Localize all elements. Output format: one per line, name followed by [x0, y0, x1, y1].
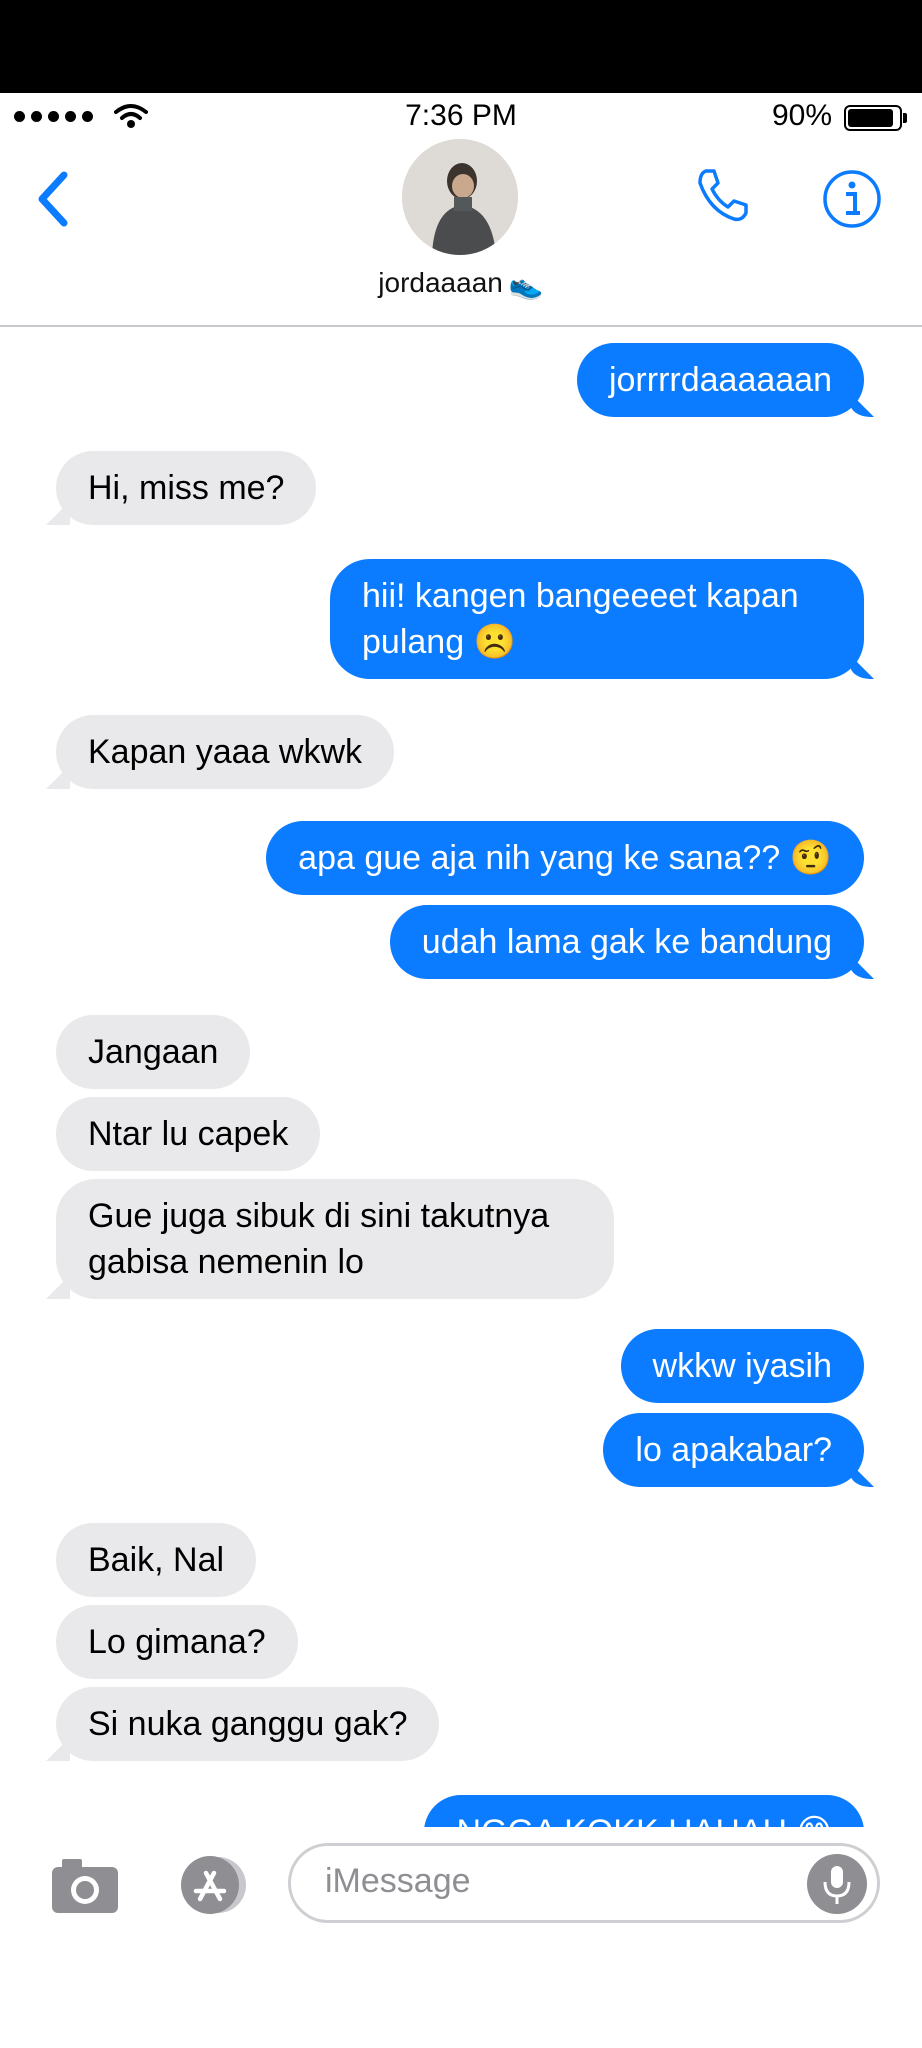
status-bar: 7:36 PM 90%	[0, 93, 922, 139]
message-outgoing[interactable]: hii! kangen bangeeeet kapan pulang ☹️	[330, 559, 864, 679]
imessage-input[interactable]: iMessage	[288, 1843, 880, 1923]
contact-name-text: jordaaaan	[378, 267, 503, 298]
message-outgoing-partial[interactable]: NGGA KOKK HAHAH 😊	[424, 1795, 864, 1827]
message-incoming[interactable]: Jangaan	[56, 1015, 251, 1089]
phone-icon[interactable]	[692, 165, 752, 225]
message-incoming[interactable]: Si nuka ganggu gak?	[56, 1687, 440, 1761]
top-black-band	[0, 0, 922, 93]
contact-avatar[interactable]	[402, 139, 518, 255]
contact-name[interactable]: jordaaaan 👟	[0, 267, 922, 301]
message-incoming[interactable]: Hi, miss me?	[56, 451, 317, 525]
message-outgoing[interactable]: jorrrrdaaaaaan	[576, 343, 864, 417]
avatar-photo	[402, 139, 518, 255]
input-placeholder: iMessage	[325, 1862, 471, 1900]
message-composer: iMessage	[0, 1827, 922, 2048]
contact-emoji: 👟	[508, 269, 544, 301]
message-incoming[interactable]: Gue juga sibuk di sini takutnya gabisa n…	[56, 1179, 614, 1299]
microphone-icon	[823, 1866, 851, 1904]
message-outgoing[interactable]: apa gue aja nih yang ke sana?? 🤨	[266, 821, 864, 895]
back-chevron-icon[interactable]	[34, 169, 74, 229]
battery-fill	[848, 109, 893, 127]
message-outgoing[interactable]: lo apakabar?	[603, 1413, 864, 1487]
message-outgoing[interactable]: wkkw iyasih	[620, 1329, 864, 1403]
battery-percent: 90%	[771, 99, 832, 132]
message-incoming[interactable]: Kapan yaaa wkwk	[56, 715, 395, 789]
microphone-button[interactable]	[807, 1854, 867, 1914]
app-store-icon[interactable]	[168, 1855, 252, 1915]
message-thread[interactable]: jorrrrdaaaaaan Hi, miss me? hii! kangen …	[0, 327, 922, 1827]
message-incoming[interactable]: Ntar lu capek	[56, 1097, 321, 1171]
message-incoming[interactable]: Baik, Nal	[56, 1523, 257, 1597]
conversation-header: jordaaaan 👟	[0, 139, 922, 327]
camera-icon[interactable]	[50, 1855, 120, 1915]
battery-icon	[844, 105, 907, 131]
info-icon[interactable]	[822, 169, 882, 229]
message-outgoing[interactable]: udah lama gak ke bandung	[389, 905, 864, 979]
message-incoming[interactable]: Lo gimana?	[56, 1605, 298, 1679]
